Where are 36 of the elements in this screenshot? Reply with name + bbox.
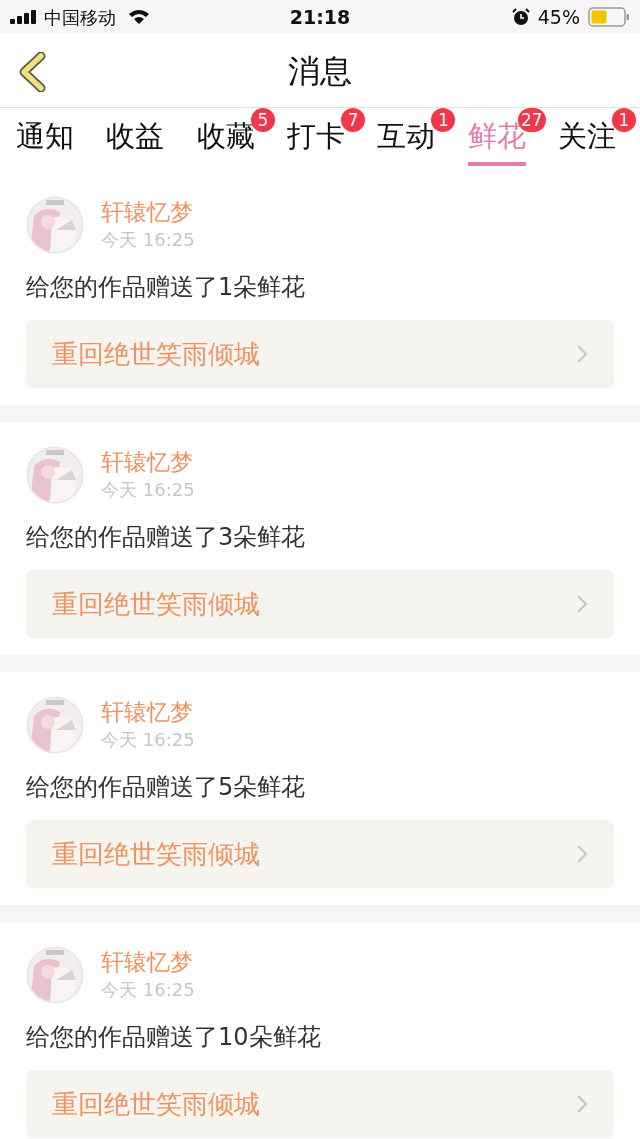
user-name[interactable]: 轩辕忆梦 xyxy=(101,197,195,227)
count-badge: 7 xyxy=(341,108,366,132)
message-text: 给您的作品赠送了3朵鲜花 xyxy=(26,522,307,553)
chevron-right-icon xyxy=(576,594,588,614)
message-time: 今天 16:25 xyxy=(101,978,195,1002)
signal-icon xyxy=(10,10,38,24)
chevron-right-icon xyxy=(576,1094,588,1114)
wifi-icon xyxy=(128,9,150,25)
work-link[interactable]: 重回绝世笑雨倾城 xyxy=(26,820,614,888)
work-title: 重回绝世笑雨倾城 xyxy=(52,587,260,621)
message-text: 给您的作品赠送了1朵鲜花 xyxy=(26,272,307,303)
page-title: 消息 xyxy=(288,50,352,92)
chevron-right-icon xyxy=(576,344,588,364)
back-icon xyxy=(17,52,47,92)
user-name[interactable]: 轩辕忆梦 xyxy=(101,447,195,477)
user-name[interactable]: 轩辕忆梦 xyxy=(101,947,195,977)
tab[interactable]: 通知 xyxy=(16,114,75,166)
carrier-name: 中国移动 xyxy=(44,5,116,30)
user-name[interactable]: 轩辕忆梦 xyxy=(101,697,195,727)
chevron-right-icon xyxy=(576,844,588,864)
battery-percent: 45% xyxy=(537,4,580,30)
work-link[interactable]: 重回绝世笑雨倾城 xyxy=(26,1070,614,1138)
message-time: 今天 16:25 xyxy=(101,228,195,252)
message-time: 今天 16:25 xyxy=(101,728,195,752)
work-link[interactable]: 重回绝世笑雨倾城 xyxy=(26,320,614,388)
work-title: 重回绝世笑雨倾城 xyxy=(52,837,260,871)
work-link[interactable]: 重回绝世笑雨倾城 xyxy=(26,570,614,638)
message-text: 给您的作品赠送了10朵鲜花 xyxy=(26,1022,322,1053)
alarm-icon xyxy=(511,8,530,26)
work-title: 重回绝世笑雨倾城 xyxy=(52,1087,260,1121)
message-text: 给您的作品赠送了5朵鲜花 xyxy=(26,772,307,803)
message-time: 今天 16:25 xyxy=(101,478,195,502)
tab[interactable]: 收益 xyxy=(106,114,165,166)
battery-icon xyxy=(588,7,630,27)
clock-time: 21:18 xyxy=(289,4,351,30)
work-title: 重回绝世笑雨倾城 xyxy=(52,337,260,371)
